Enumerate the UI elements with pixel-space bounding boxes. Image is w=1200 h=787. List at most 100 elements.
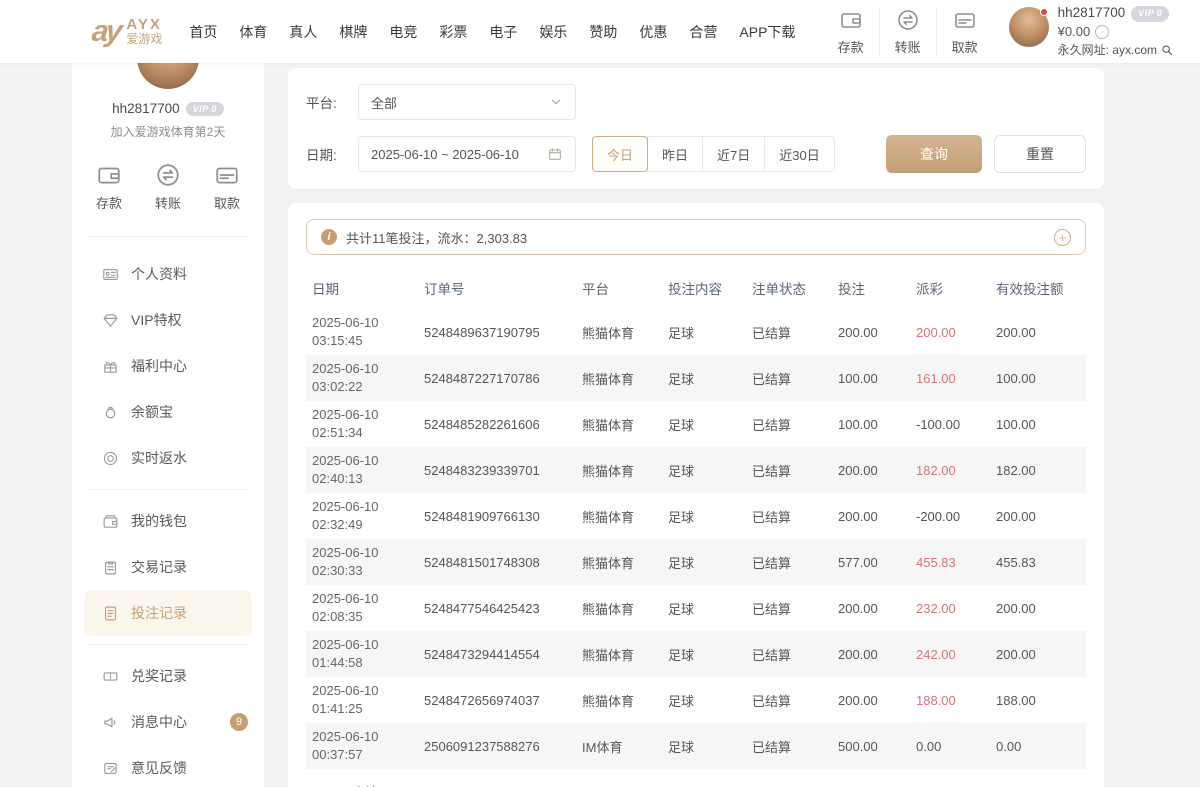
cell-payout: 242.00 [910,647,990,662]
sidebar-item[interactable]: 投注记录 [84,590,252,636]
cell-bet-amount: 200.00 [832,509,910,524]
quick-range-button[interactable]: 今日 [592,136,648,172]
nav-item[interactable]: 合营 [678,22,728,42]
rebate-icon [102,450,119,467]
column-header: 注单状态 [746,278,832,298]
column-header: 订单号 [418,278,576,298]
cell-order-number: 5248487227170786 [418,371,576,386]
quick-action[interactable]: 取款 [937,8,993,56]
document-icon [102,605,119,622]
cell-bet-amount: 577.00 [832,555,910,570]
table-row: 2025-06-1001:44:58 5248473294414554 熊猫体育… [306,631,1086,677]
sidebar-item[interactable]: 余额宝 [72,389,264,435]
nav-item[interactable]: 棋牌 [328,22,378,42]
cell-payout: -200.00 [910,509,990,524]
nav-item[interactable]: 赞助 [578,22,628,42]
nav-item[interactable]: 真人 [278,22,328,42]
cell-payout: 0.00 [910,739,990,754]
sidebar-item[interactable]: 兑奖记录 [72,653,264,699]
sidebar-item[interactable]: 个人资料 [72,251,264,297]
nav-item[interactable]: APP下载 [728,22,806,42]
bank-card-icon [214,162,240,188]
main-nav: 首页体育真人棋牌电竞彩票电子娱乐赞助优惠合营APP下载 [178,22,806,42]
sidebar-item[interactable]: 我的钱包 [72,498,264,544]
subtotal-payout: 1360.83 [910,784,990,787]
cell-status: 已结算 [746,369,832,388]
records-card: i 共计11笔投注，流水：2,303.83 + 日期订单号平台投注内容注单状态投… [288,203,1104,787]
wallet-icon [839,8,863,32]
nav-item[interactable]: 优惠 [628,22,678,42]
cell-status: 已结算 [746,691,832,710]
quick-range-button[interactable]: 昨日 [647,136,703,172]
gift-icon [102,358,119,375]
balance-amount: ¥0.00 [1058,24,1091,40]
column-header: 投注 [832,278,910,298]
sidebar-item[interactable]: 交易记录 [72,544,264,590]
cell-status: 已结算 [746,415,832,434]
sidebar-item[interactable]: 意见反馈 [72,745,264,787]
subtotal-bet: 2477.00 [832,784,910,787]
search-icon[interactable] [1160,43,1174,57]
cell-date: 2025-06-1002:40:13 [306,452,418,487]
cell-payout: -100.00 [910,417,990,432]
quick-range-group: 今日昨日近7日近30日 [592,136,835,172]
logo-mark-icon: ay [90,17,121,47]
nav-item[interactable]: 彩票 [428,22,478,42]
cell-date: 2025-06-1002:32:49 [306,498,418,533]
table-header: 日期订单号平台投注内容注单状态投注派彩有效投注额 [306,267,1086,309]
date-range-input[interactable]: 2025-06-10 ~ 2025-06-10 [358,136,576,172]
wallet-icon [96,162,122,188]
nav-item[interactable]: 首页 [178,22,228,42]
query-button[interactable]: 查询 [886,135,982,173]
quick-range-button[interactable]: 近7日 [702,136,765,172]
nav-item[interactable]: 电竞 [378,22,428,42]
sidebar-item[interactable]: VIP特权 [72,297,264,343]
cell-order-number: 5248485282261606 [418,417,576,432]
transfer-icon [155,162,181,188]
cell-order-number: 5248472656974037 [418,693,576,708]
cell-date: 2025-06-1002:51:34 [306,406,418,441]
cell-valid-amount: 0.00 [990,739,1082,754]
quick-action[interactable]: 转账 [880,8,937,56]
expand-plus-icon[interactable]: + [1054,229,1071,246]
divider [88,489,248,490]
cell-payout: 188.00 [910,693,990,708]
summary-bar: i 共计11笔投注，流水：2,303.83 + [306,219,1086,255]
nav-item[interactable]: 娱乐 [528,22,578,42]
quick-action[interactable]: 转账 [155,162,181,212]
cell-status: 已结算 [746,599,832,618]
platform-select[interactable]: 全部 [358,84,576,120]
megaphone-icon [102,714,119,731]
id-card-icon [102,266,119,283]
nav-item[interactable]: 体育 [228,22,278,42]
divider [88,236,248,237]
column-header: 投注内容 [662,278,746,298]
cell-order-number: 5248483239339701 [418,463,576,478]
table-row: 2025-06-1002:08:35 5248477546425423 熊猫体育… [306,585,1086,631]
cell-valid-amount: 182.00 [990,463,1082,478]
cell-order-number: 5248477546425423 [418,601,576,616]
platform-label: 平台: [306,92,358,112]
quick-action[interactable]: 存款 [96,162,122,212]
sidebar-item[interactable]: 消息中心 9 [72,699,264,745]
user-avatar[interactable] [1009,7,1049,47]
filter-card: 平台: 全部 日期: 2025-06-10 ~ 2025-06-10 今日昨日近… [288,68,1104,189]
cell-date: 2025-06-1001:44:58 [306,636,418,671]
table-row: 2025-06-1002:32:49 5248481909766130 熊猫体育… [306,493,1086,539]
cell-bet-content: 足球 [662,691,746,710]
join-note: 加入爱游戏体育第2天 [72,123,264,140]
sidebar-item[interactable]: 实时返水 [72,435,264,481]
ayx-logo[interactable]: ay AYX 爱游戏 [92,17,162,47]
balance-dropdown-icon[interactable] [1095,25,1109,39]
quick-range-button[interactable]: 近30日 [764,136,834,172]
nav-item[interactable]: 电子 [478,22,528,42]
subtotal-row: 小计 —— —— 2477.00 1360.83 1825.83 [306,769,1086,787]
reset-button[interactable]: 重置 [994,135,1086,173]
quick-action[interactable]: 取款 [214,162,240,212]
sidebar-item[interactable]: 福利中心 [72,343,264,389]
quick-action[interactable]: 存款 [823,8,880,56]
logo-name: AYX [126,17,162,33]
cell-platform: 熊猫体育 [576,507,662,526]
cell-bet-amount: 200.00 [832,647,910,662]
cell-bet-content: 足球 [662,415,746,434]
